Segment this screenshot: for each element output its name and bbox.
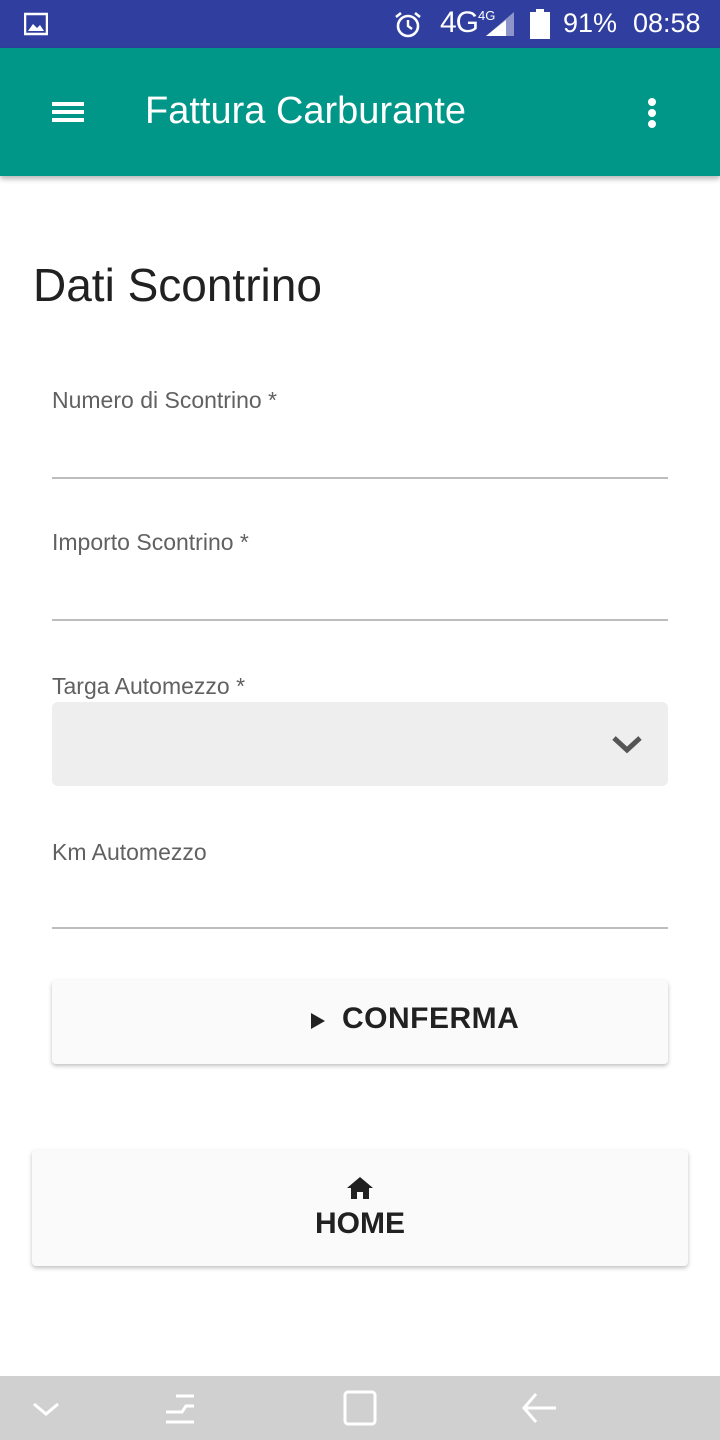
back-arrow-icon[interactable]	[520, 1390, 560, 1426]
numero-scontrino-underline	[52, 477, 668, 479]
app-bar: Fattura Carburante	[0, 48, 720, 176]
battery-level: 91%	[563, 8, 618, 38]
alarm-icon	[395, 11, 421, 38]
km-automezzo-label: Km Automezzo	[52, 839, 207, 865]
recent-apps-icon[interactable]	[160, 1390, 200, 1426]
importo-scontrino-input[interactable]	[52, 574, 668, 618]
home-button-label: HOME	[315, 1207, 405, 1240]
km-automezzo-input[interactable]	[52, 882, 668, 926]
gallery-icon	[24, 12, 48, 36]
signal-icon	[486, 12, 514, 36]
battery-icon	[530, 9, 550, 39]
app-title: Fattura Carburante	[145, 90, 467, 132]
menu-icon[interactable]	[40, 88, 96, 136]
km-automezzo-underline	[52, 927, 668, 929]
home-icon	[347, 1177, 373, 1199]
chevron-down-icon[interactable]	[26, 1390, 66, 1426]
chevron-down-icon	[612, 736, 642, 754]
system-nav-bar	[0, 1376, 720, 1440]
home-button[interactable]: HOME	[32, 1150, 688, 1266]
clock: 08:58	[633, 8, 701, 38]
confirm-button[interactable]: CONFERMA	[52, 980, 668, 1064]
more-vert-icon[interactable]	[628, 88, 676, 136]
home-square-icon[interactable]	[340, 1390, 380, 1426]
play-icon	[311, 1013, 325, 1029]
status-bar: 4G 4G 91% 08:58	[0, 0, 720, 48]
targa-automezzo-select[interactable]	[52, 702, 668, 786]
page-title: Dati Scontrino	[33, 259, 322, 311]
numero-scontrino-label: Numero di Scontrino *	[52, 387, 277, 413]
importo-scontrino-label: Importo Scontrino *	[52, 529, 249, 555]
targa-automezzo-label: Targa Automezzo *	[52, 673, 246, 699]
network-type: 4G	[440, 6, 479, 39]
numero-scontrino-input[interactable]	[52, 432, 668, 476]
importo-scontrino-underline	[52, 619, 668, 621]
confirm-button-label: CONFERMA	[342, 1002, 520, 1035]
